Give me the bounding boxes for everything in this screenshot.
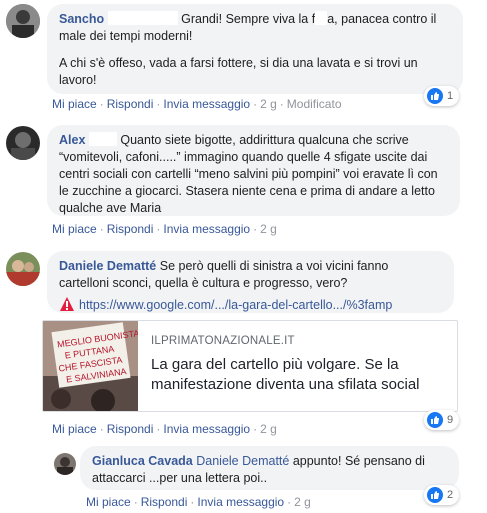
comment-text: le zucchine a giocarci. Stasera niente c… <box>59 184 435 198</box>
reaction-count[interactable]: 2 <box>424 485 460 505</box>
link-title: La gara del cartello più volgare. Se la … <box>151 356 420 393</box>
reply-link[interactable]: Rispondi <box>107 97 154 111</box>
reply-link[interactable]: Rispondi <box>107 222 154 236</box>
comment-text: Quanto siete bigotte, addirittura qualcu… <box>120 133 409 147</box>
redaction <box>107 11 178 25</box>
comment-actions: Mi piace · Rispondi · Invia messaggio · 2 g <box>86 495 311 509</box>
comment-text: a, panacea contro il <box>327 12 437 26</box>
reply-link[interactable]: Rispondi <box>107 422 154 436</box>
link-domain: ILPRIMATONAZIONALE.IT <box>151 335 295 347</box>
comment-text: “vomitevoli, cafoni.....” immagino quand… <box>59 150 428 164</box>
comment-text: cartelloni sconci, quella è cultura e pr… <box>59 276 348 290</box>
timestamp[interactable]: 2 g <box>260 97 277 111</box>
link-preview-image: MEGLIO BUONISTA E PUTTANA CHE FASCISTA E… <box>43 321 138 411</box>
comment-text: appunto! Sé pensano di <box>292 454 425 468</box>
send-message-link[interactable]: Invia messaggio <box>197 495 284 509</box>
comment-actions: Mi piace · Rispondi · Invia messaggio · 2 g <box>52 222 277 236</box>
comment-author[interactable]: Gianluca Cavada <box>92 454 193 468</box>
comment-bubble: Sancho Grandi! Sempre viva la f a, panace… <box>47 4 463 94</box>
comment-text: lavoro! <box>59 73 97 87</box>
thumbs-up-icon <box>427 412 443 428</box>
comment-text: attaccarci ...per una lettera poi.. <box>92 471 268 485</box>
send-message-link[interactable]: Invia messaggio <box>163 97 250 111</box>
comment-author[interactable]: Sancho <box>59 12 104 26</box>
comment-author[interactable]: Daniele Dematté <box>59 259 156 273</box>
comment-bubble: Daniele Dematté Se però quelli di sinist… <box>47 251 454 313</box>
avatar[interactable] <box>54 453 76 475</box>
like-link[interactable]: Mi piace <box>86 495 131 509</box>
shared-link[interactable]: https://www.google.com/.../la-gara-del-c… <box>79 298 392 312</box>
comment-text: centri sociali con cartelli “meno salvin… <box>59 167 438 181</box>
thumbs-up-icon <box>427 487 443 503</box>
comment-actions: Mi piace · Rispondi · Invia messaggio · 2 g · Mo… <box>52 97 342 111</box>
redaction <box>315 11 328 25</box>
timestamp[interactable]: 2 g <box>260 422 277 436</box>
comment-text: Grandi! Sempre viva la f <box>181 12 316 26</box>
comment-bubble: Gianluca Cavada Daniele Dematté appunto!… <box>80 446 459 490</box>
comment-actions: Mi piace · Rispondi · Invia messaggio · 2 g <box>52 422 277 436</box>
avatar[interactable] <box>6 252 40 286</box>
reaction-count[interactable]: 9 <box>424 410 460 430</box>
comment-author[interactable]: Alex <box>59 133 85 147</box>
link-preview-card[interactable]: MEGLIO BUONISTA E PUTTANA CHE FASCISTA E… <box>42 320 458 412</box>
thumbs-up-icon <box>427 88 443 104</box>
timestamp[interactable]: 2 g <box>294 495 311 509</box>
comment-text: qualche ave Maria <box>59 201 162 215</box>
reaction-count[interactable]: 1 <box>424 86 460 106</box>
reply-link[interactable]: Rispondi <box>141 495 188 509</box>
redaction <box>88 132 117 146</box>
send-message-link[interactable]: Invia messaggio <box>163 222 250 236</box>
avatar[interactable] <box>6 126 40 160</box>
comment-text: A chi s'è offeso, vada a farsi fottere, … <box>59 56 418 70</box>
like-link[interactable]: Mi piace <box>52 422 97 436</box>
like-link[interactable]: Mi piace <box>52 222 97 236</box>
comment-text: Se però quelli di sinistra a voi vicini … <box>159 259 389 273</box>
like-link[interactable]: Mi piace <box>52 97 97 111</box>
comment-bubble: Alex Quanto siete bigotte, addirittura q… <box>47 125 460 216</box>
edited-label[interactable]: Modificato <box>287 97 342 111</box>
comment-text: male dei tempi moderni! <box>59 29 193 43</box>
timestamp[interactable]: 2 g <box>260 222 277 236</box>
send-message-link[interactable]: Invia messaggio <box>163 422 250 436</box>
warning-icon <box>59 296 75 312</box>
mention-link[interactable]: Daniele Dematté <box>196 454 289 468</box>
avatar[interactable] <box>6 4 40 38</box>
